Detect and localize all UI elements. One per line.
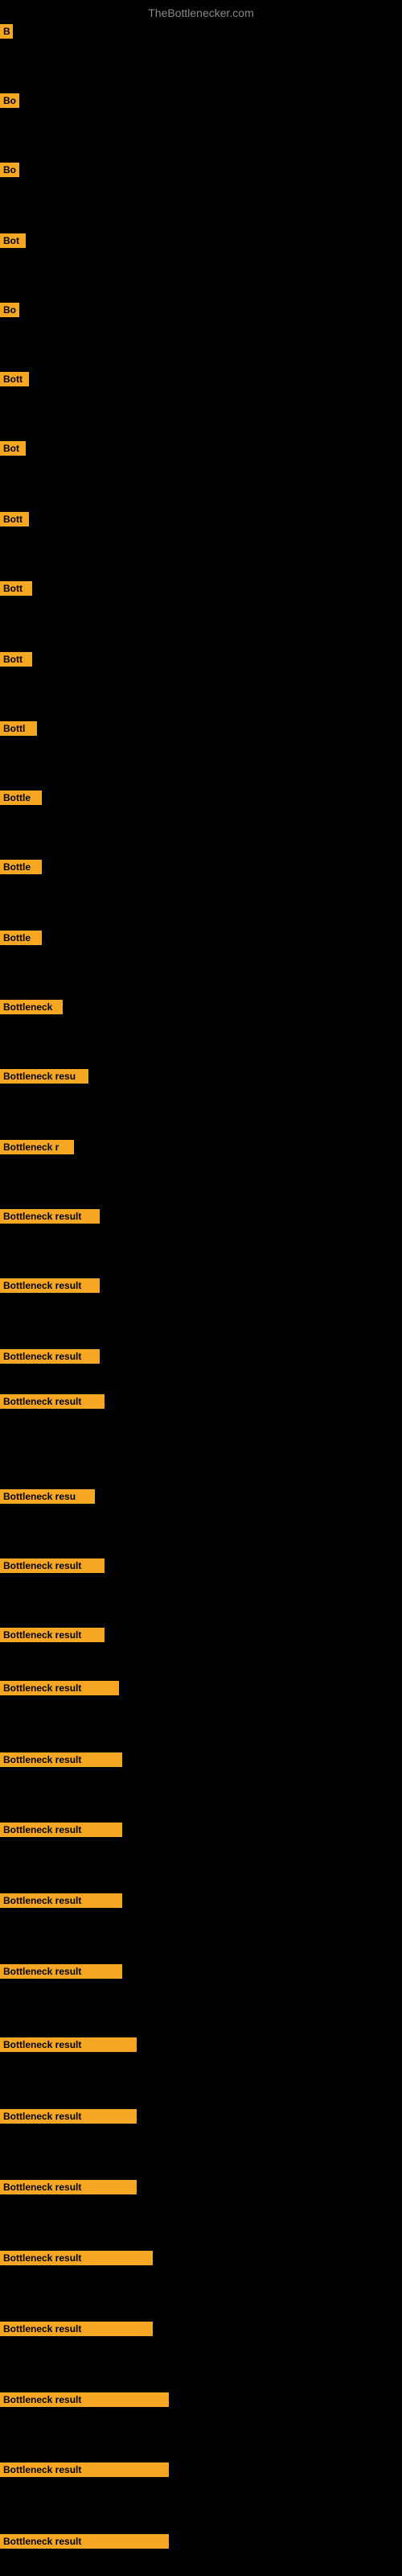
- bottleneck-label-33: Bottleneck result: [0, 2322, 153, 2336]
- bottleneck-label-30: Bottleneck result: [0, 2109, 137, 2124]
- bottleneck-label-15: Bottleneck resu: [0, 1069, 88, 1084]
- bottleneck-label-29: Bottleneck result: [0, 2037, 137, 2052]
- site-title: TheBottlenecker.com: [0, 0, 402, 23]
- bottleneck-label-31: Bottleneck result: [0, 2180, 137, 2194]
- bottleneck-label-34: Bottleneck result: [0, 2392, 169, 2407]
- bottleneck-label-28: Bottleneck result: [0, 1964, 122, 1979]
- bottleneck-label-19: Bottleneck result: [0, 1349, 100, 1364]
- bottleneck-label-10: Bottl: [0, 721, 37, 736]
- bottleneck-label-18: Bottleneck result: [0, 1278, 100, 1293]
- bottleneck-label-20: Bottleneck result: [0, 1394, 105, 1409]
- bottleneck-label-23: Bottleneck result: [0, 1628, 105, 1642]
- bottleneck-label-17: Bottleneck result: [0, 1209, 100, 1224]
- bottleneck-label-2: Bo: [0, 163, 19, 177]
- bottleneck-label-16: Bottleneck r: [0, 1140, 74, 1154]
- bottleneck-label-8: Bott: [0, 581, 32, 596]
- bottleneck-label-0: B: [0, 24, 13, 39]
- bottleneck-label-22: Bottleneck result: [0, 1558, 105, 1573]
- bottleneck-label-13: Bottle: [0, 931, 42, 945]
- bottleneck-label-1: Bo: [0, 93, 19, 108]
- bottleneck-label-11: Bottle: [0, 791, 42, 805]
- bottleneck-label-25: Bottleneck result: [0, 1752, 122, 1767]
- bottleneck-label-35: Bottleneck result: [0, 2462, 169, 2477]
- bottleneck-label-5: Bott: [0, 372, 29, 386]
- bottleneck-label-32: Bottleneck result: [0, 2251, 153, 2265]
- bottleneck-label-36: Bottleneck result: [0, 2534, 169, 2549]
- bottleneck-label-27: Bottleneck result: [0, 1893, 122, 1908]
- bottleneck-label-12: Bottle: [0, 860, 42, 874]
- bottleneck-label-9: Bott: [0, 652, 32, 667]
- bottleneck-label-24: Bottleneck result: [0, 1681, 119, 1695]
- bottleneck-label-21: Bottleneck resu: [0, 1489, 95, 1504]
- bottleneck-label-6: Bot: [0, 441, 26, 456]
- bottleneck-label-4: Bo: [0, 303, 19, 317]
- bottleneck-label-14: Bottleneck: [0, 1000, 63, 1014]
- bottleneck-label-26: Bottleneck result: [0, 1823, 122, 1837]
- bottleneck-label-7: Bott: [0, 512, 29, 526]
- bottleneck-label-3: Bot: [0, 233, 26, 248]
